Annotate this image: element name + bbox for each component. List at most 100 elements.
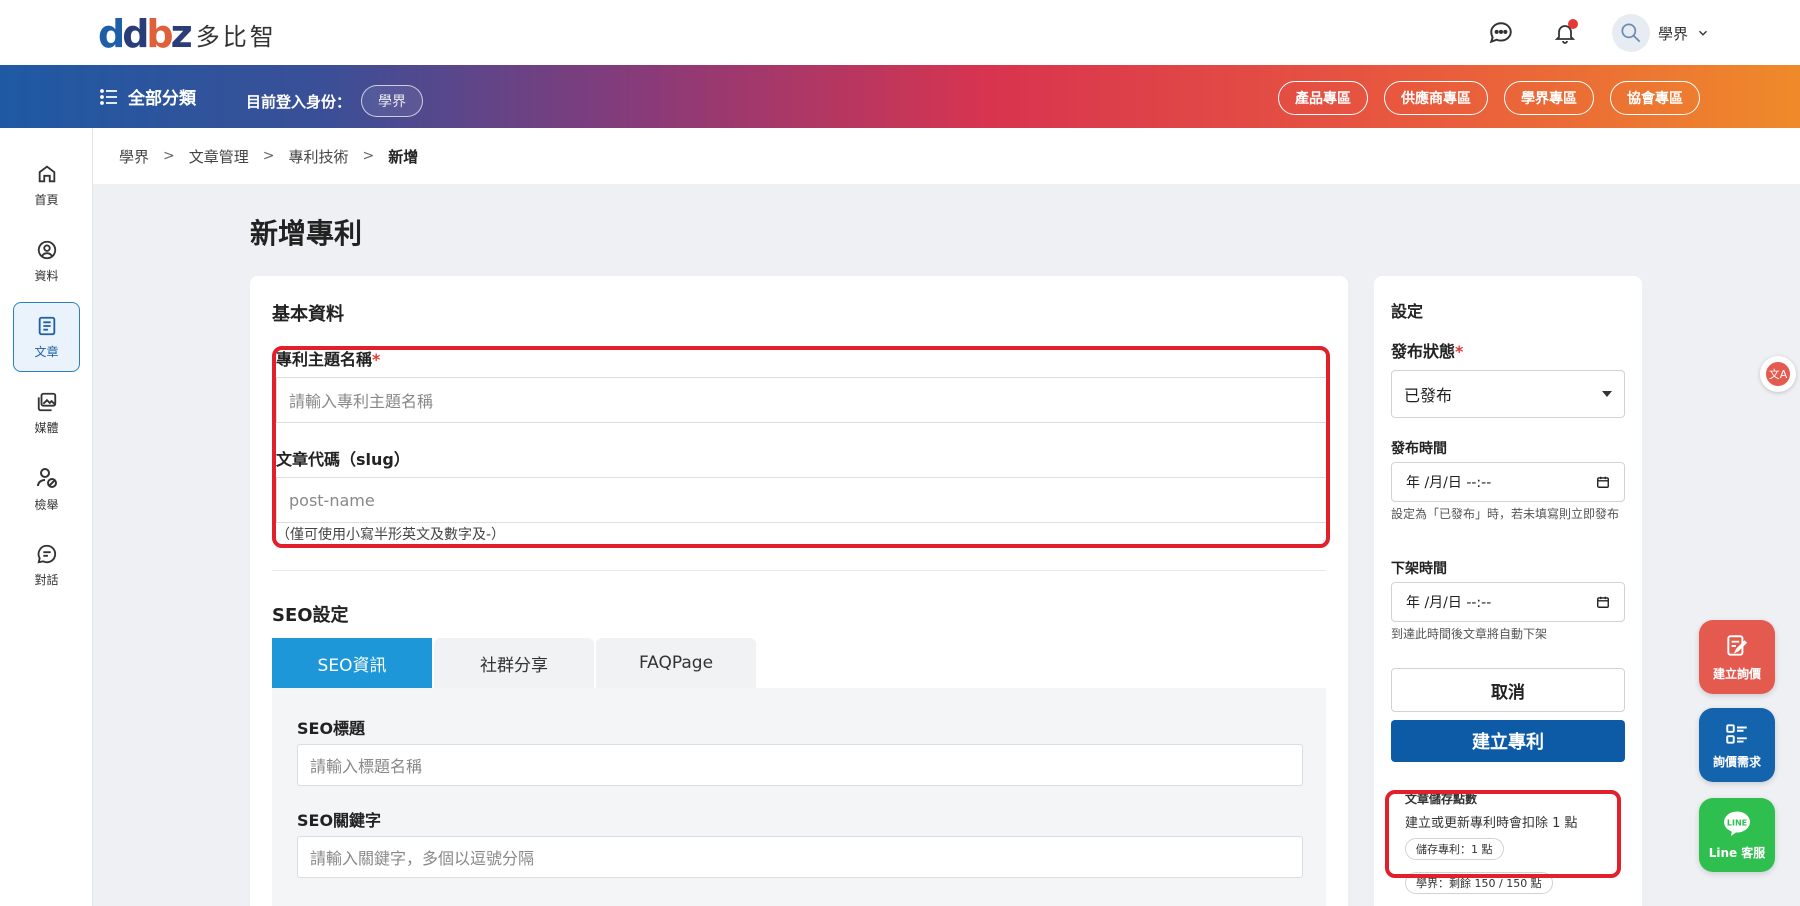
seo-keywords-label: SEO關鍵字	[297, 811, 382, 830]
edit-note-icon	[1727, 634, 1748, 656]
user-circle-icon	[37, 240, 56, 259]
sidebar-item-home[interactable]: 首頁	[13, 150, 80, 220]
sidebar-item-label: 媒體	[34, 420, 59, 435]
report-user-icon	[36, 467, 57, 488]
seo-title-input[interactable]: 請輸入標題名稱	[297, 744, 1303, 786]
list-icon	[100, 88, 117, 105]
calendar-icon	[1597, 476, 1609, 488]
notification-dot	[1567, 19, 1578, 29]
user-avatar-icon	[1621, 23, 1641, 43]
inquiry-demand-button[interactable]: 詢價需求	[1699, 708, 1775, 782]
zone-association[interactable]: 協會專區	[1610, 81, 1700, 115]
media-icon	[37, 392, 56, 411]
svg-text:LINE: LINE	[1727, 818, 1747, 827]
sidebar-item-media[interactable]: 媒體	[13, 378, 80, 448]
breadcrumb-item[interactable]: 學界	[119, 146, 149, 167]
required-mark: *	[1455, 342, 1464, 361]
breadcrumb-current: 新增	[388, 147, 419, 166]
slug-input[interactable]: post-name	[276, 477, 1330, 523]
user-name: 學界	[1657, 24, 1688, 43]
breadcrumb-item[interactable]: 專利技術	[289, 146, 349, 167]
all-categories-button[interactable]: 全部分類	[100, 84, 196, 109]
storage-points: 文章儲存點數 建立或更新專利時會扣除 1 點 儲存專利：1 點 學界：剩餘 15…	[1391, 788, 1625, 898]
topic-label: 專利主題名稱*	[276, 350, 381, 369]
publish-time-input[interactable]: 年 /月/日 --:--	[1391, 462, 1625, 502]
brand-logo[interactable]: ddbz 多比智	[98, 14, 277, 54]
settings-card: 設定 發布狀態* 已發布 發布時間 年 /月/日 --:-- 設定為「已發布」時…	[1374, 276, 1642, 906]
page-title: 新增專利	[250, 217, 363, 250]
zone-product[interactable]: 產品專區	[1278, 81, 1368, 115]
calendar-icon	[1597, 596, 1609, 608]
seo-title-label: SEO標題	[297, 719, 366, 738]
publish-hint: 設定為「已發布」時，若未填寫則立即發布	[1391, 507, 1620, 521]
sidebar-item-chat[interactable]: 對話	[13, 530, 80, 600]
settings-title: 設定	[1391, 302, 1424, 321]
slug-hint: （僅可使用小寫半形英文及數字及-）	[276, 527, 506, 543]
identity-display: 目前登入身份： 學界	[246, 85, 424, 117]
home-icon	[38, 165, 55, 182]
tab-faqpage[interactable]: FAQPage	[596, 638, 756, 688]
publish-time-label: 發布時間	[1391, 441, 1447, 457]
status-select[interactable]: 已發布	[1391, 370, 1625, 418]
chevron-right-icon: >	[262, 148, 275, 164]
unpublish-time-input[interactable]: 年 /月/日 --:--	[1391, 582, 1625, 622]
chat-bubble-icon	[1489, 22, 1512, 44]
article-icon	[38, 316, 55, 335]
cancel-button[interactable]: 取消	[1391, 668, 1625, 712]
sidebar-item-articles[interactable]: 文章	[13, 302, 80, 372]
sidebar-item-profile[interactable]: 資料	[13, 226, 80, 296]
sidebar-item-label: 資料	[34, 268, 59, 283]
top-header: ddbz 多比智 學界	[0, 0, 1800, 65]
tab-seo-info[interactable]: SEO資訊	[272, 638, 432, 688]
sidebar-item-label: 首頁	[34, 192, 59, 207]
seo-tabs: SEO資訊 社群分享 FAQPage	[272, 638, 756, 688]
fab-label: 建立詢價	[1712, 666, 1761, 681]
fab-label: Line 客服	[1708, 845, 1766, 860]
fab-label: 詢價需求	[1712, 754, 1761, 769]
seo-keywords-input[interactable]: 請輸入關鍵字，多個以逗號分隔	[297, 836, 1303, 878]
all-categories-label: 全部分類	[128, 89, 196, 109]
date-placeholder: 年 /月/日 --:--	[1406, 475, 1492, 491]
identity-badge: 學界	[361, 85, 424, 117]
notification-button[interactable]	[1548, 16, 1582, 50]
translate-button[interactable]: 文A	[1760, 356, 1796, 392]
sidebar-item-label: 文章	[34, 344, 59, 359]
sidebar-item-report[interactable]: 檢舉	[13, 454, 80, 524]
chevron-right-icon: >	[362, 148, 375, 164]
basic-info-title: 基本資料	[272, 304, 344, 325]
message-button[interactable]	[1484, 16, 1518, 50]
logo-mark: ddbz	[98, 12, 193, 56]
seo-info-panel: SEO標題 請輸入標題名稱 SEO關鍵字 請輸入關鍵字，多個以逗號分隔	[272, 688, 1326, 906]
translate-icon: 文A	[1766, 362, 1790, 386]
patent-form-card: 基本資料 專利主題名稱* 請輸入專利主題名稱 文章代碼（slug） post-n…	[250, 276, 1348, 906]
sidebar-item-label: 檢舉	[34, 497, 59, 512]
chevron-down-icon	[1699, 30, 1707, 36]
date-placeholder: 年 /月/日 --:--	[1406, 595, 1492, 611]
topic-input[interactable]: 請輸入專利主題名稱	[276, 377, 1330, 423]
caret-down-icon	[1602, 391, 1612, 397]
tab-social-share[interactable]: 社群分享	[434, 638, 594, 688]
identity-label: 目前登入身份：	[246, 92, 352, 111]
line-support-button[interactable]: LINE Line 客服	[1699, 798, 1775, 872]
unpublish-time-label: 下架時間	[1391, 561, 1447, 577]
create-patent-button[interactable]: 建立專利	[1391, 720, 1625, 762]
status-value: 已發布	[1404, 386, 1453, 405]
section-divider	[272, 570, 1326, 571]
brand-name: 多比智	[195, 22, 277, 51]
status-label: 發布狀態*	[1391, 342, 1464, 361]
chevron-right-icon: >	[163, 148, 175, 164]
seo-settings-title: SEO設定	[272, 605, 349, 626]
user-menu[interactable]: 學界	[1611, 14, 1710, 52]
line-logo-icon: LINE	[1724, 811, 1750, 836]
create-inquiry-button[interactable]: 建立詢價	[1699, 620, 1775, 694]
zone-academia[interactable]: 學界專區	[1504, 81, 1594, 115]
breadcrumb: 學界 > 文章管理 > 專利技術 > 新增	[93, 128, 1800, 184]
sidebar-item-label: 對話	[34, 572, 59, 587]
breadcrumb-item[interactable]: 文章管理	[189, 146, 249, 167]
unpublish-hint: 到達此時間後文章將自動下架	[1391, 627, 1548, 641]
zone-supplier[interactable]: 供應商專區	[1384, 81, 1488, 115]
points-remaining-badge: 學界：剩餘 150 / 150 點	[1405, 872, 1553, 894]
left-sidebar: 首頁 資料 文章 媒體 檢舉 對話	[0, 128, 93, 906]
chat-icon	[37, 544, 56, 563]
required-mark: *	[372, 350, 381, 369]
